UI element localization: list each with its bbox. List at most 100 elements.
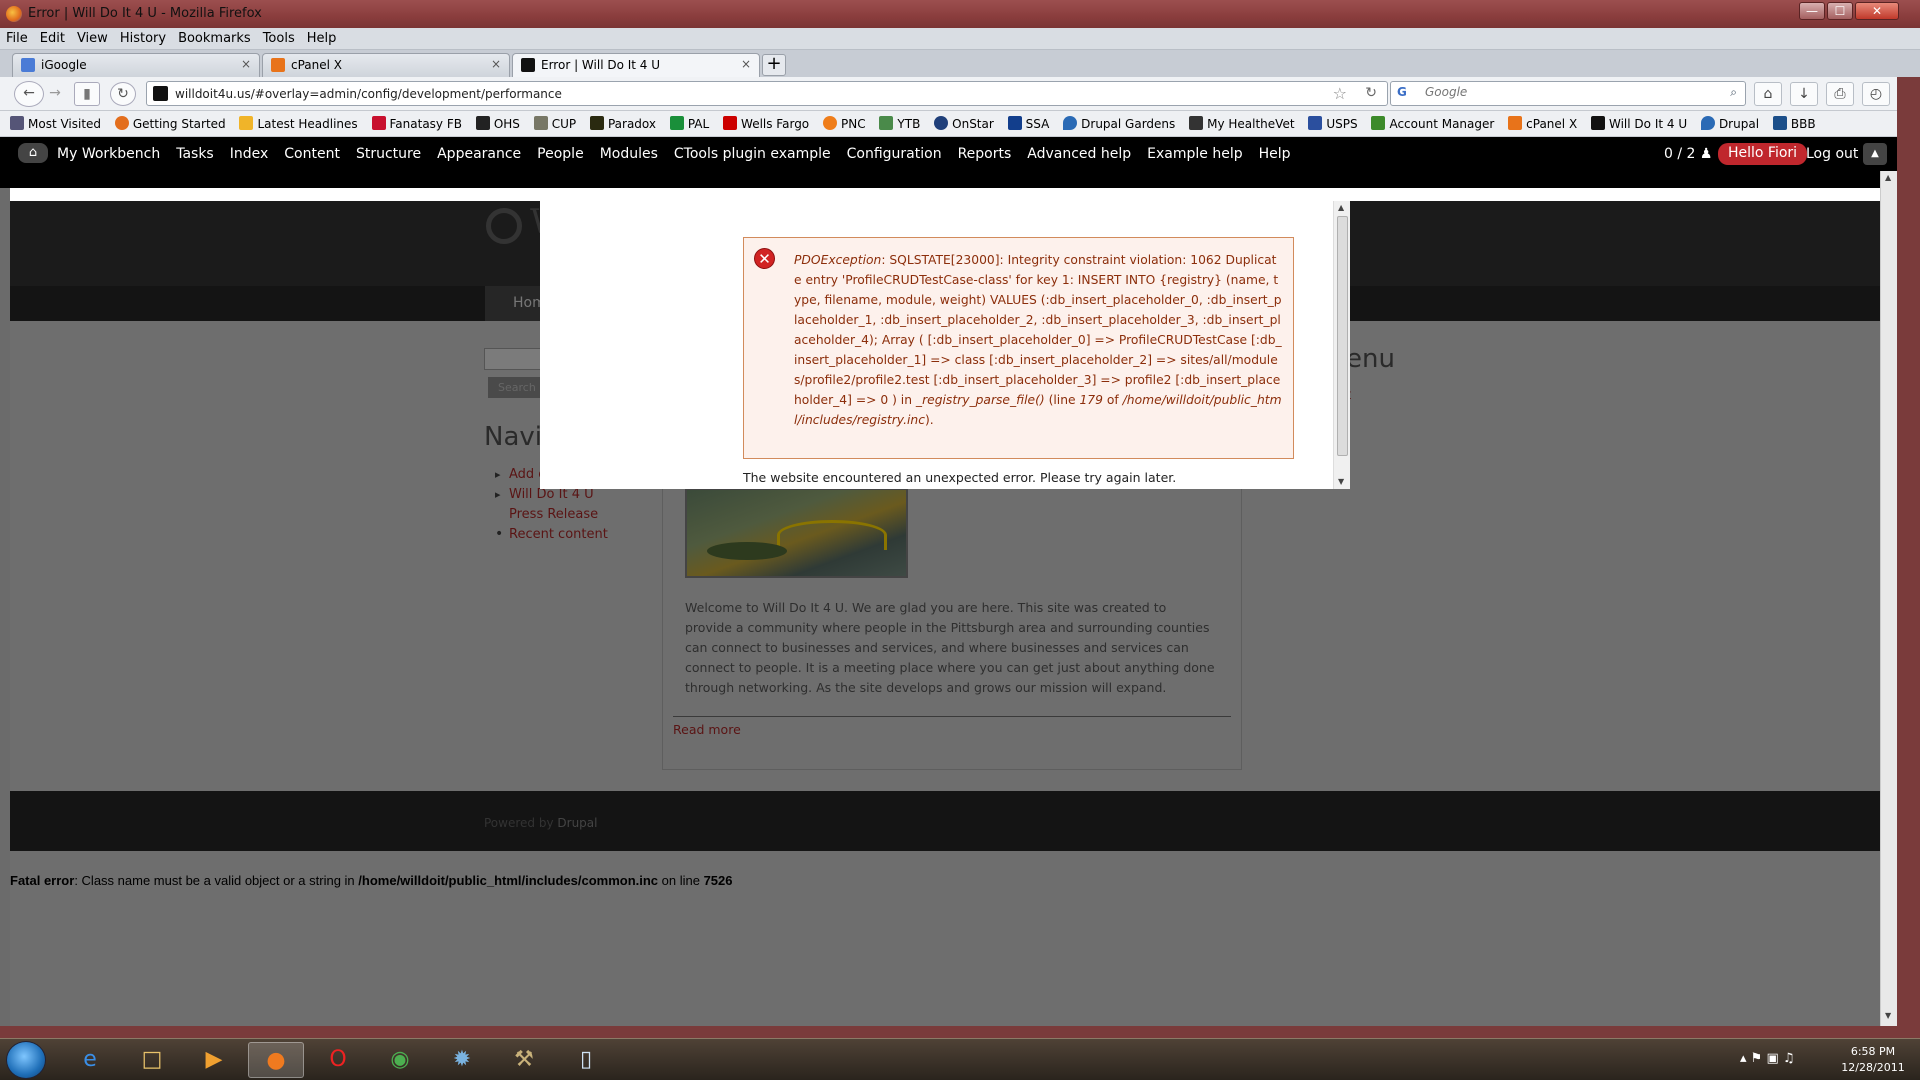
bookmark-pal[interactable]: PAL: [669, 116, 709, 131]
menu-my-workbench[interactable]: My Workbench: [57, 146, 160, 162]
chrome-icon[interactable]: ◉: [372, 1042, 428, 1078]
notes-icon[interactable]: ▯: [558, 1042, 614, 1078]
media-player-icon[interactable]: ▶: [186, 1042, 242, 1078]
site-identity-icon[interactable]: [153, 86, 168, 101]
menu-history[interactable]: History: [114, 28, 172, 49]
search-bar[interactable]: G ⌕: [1390, 81, 1746, 106]
bookmark-wells-fargo[interactable]: Wells Fargo: [723, 116, 809, 131]
menu-people[interactable]: People: [537, 146, 584, 162]
scroll-thumb[interactable]: [1337, 216, 1348, 456]
home-icon[interactable]: ⌂: [1754, 82, 1782, 106]
menu-tools[interactable]: Tools: [257, 28, 301, 49]
bookmark-onstar[interactable]: OnStar: [934, 116, 994, 131]
overlay-scrollbar[interactable]: ▲ ▼: [1333, 201, 1350, 489]
menu-help[interactable]: Help: [1259, 146, 1291, 162]
menu-file[interactable]: File: [0, 28, 34, 49]
close-tab-icon[interactable]: ×: [741, 57, 751, 71]
menu-reports[interactable]: Reports: [958, 146, 1012, 162]
menu-bookmarks[interactable]: Bookmarks: [172, 28, 257, 49]
internet-explorer-icon[interactable]: e: [62, 1042, 118, 1078]
logout-link[interactable]: Log out: [1806, 146, 1858, 162]
bookmark-most-visited[interactable]: Most Visited: [10, 116, 101, 131]
tab-error-will-do-it[interactable]: Error | Will Do It 4 U ×: [512, 53, 760, 77]
back-button[interactable]: ←: [14, 81, 44, 107]
tab-igoogle[interactable]: iGoogle ×: [12, 53, 260, 77]
users-online-counter[interactable]: 0 / 2 ♟: [1664, 146, 1712, 162]
menu-example-help[interactable]: Example help: [1147, 146, 1242, 162]
menu-index[interactable]: Index: [230, 146, 269, 162]
nav-press-release[interactable]: Will Do It 4 U Press Release: [495, 485, 615, 525]
collapse-toolbar-icon[interactable]: ▲: [1863, 143, 1887, 165]
menu-modules[interactable]: Modules: [600, 146, 658, 162]
system-tray-icons[interactable]: ▴ ⚑ ▣ ♫: [1740, 1051, 1795, 1066]
print-icon[interactable]: ⎙: [1826, 82, 1854, 106]
menu-appearance[interactable]: Appearance: [437, 146, 521, 162]
hello-user-button[interactable]: Hello Fiori: [1718, 143, 1808, 165]
history-icon[interactable]: ◴: [1862, 82, 1890, 106]
reload-icon[interactable]: ↻: [1365, 85, 1377, 101]
bookmark-my-healthevet[interactable]: My HealtheVet: [1189, 116, 1295, 131]
bars-icon[interactable]: ▮: [74, 82, 100, 106]
bookmark-pnc[interactable]: PNC: [822, 116, 866, 131]
close-window-button[interactable]: ✕: [1855, 2, 1899, 20]
bookmark-account-manager[interactable]: Account Manager: [1371, 116, 1494, 131]
address-bar[interactable]: ☆ ↻: [146, 81, 1388, 106]
menu-help[interactable]: Help: [301, 28, 343, 49]
new-tab-button[interactable]: +: [762, 54, 786, 76]
bookmark-cup[interactable]: CUP: [533, 116, 576, 131]
read-more-link[interactable]: Read more: [673, 722, 741, 737]
tab-cpanel[interactable]: cPanel X ×: [262, 53, 510, 77]
maximize-button[interactable]: ☐: [1827, 2, 1853, 20]
bookmark-bbb[interactable]: BBB: [1772, 116, 1816, 131]
bookmark-drupal[interactable]: Drupal: [1700, 116, 1759, 131]
bookmark-ssa[interactable]: SSA: [1007, 116, 1049, 131]
bookmark-will-do-it[interactable]: Will Do It 4 U: [1591, 116, 1687, 131]
url-input[interactable]: [175, 84, 1335, 103]
bookmark-cpanel[interactable]: cPanel X: [1508, 116, 1577, 131]
page-scrollbar[interactable]: ▲ ▼: [1880, 171, 1897, 1026]
scroll-down-arrow-icon[interactable]: ▼: [1338, 477, 1344, 486]
safari-icon[interactable]: ✹: [434, 1042, 490, 1078]
home-icon[interactable]: ⌂: [18, 143, 48, 163]
bookmark-paradox[interactable]: Paradox: [589, 116, 656, 131]
app-icon[interactable]: ⚒: [496, 1042, 552, 1078]
menu-ctools-plugin-example[interactable]: CTools plugin example: [674, 146, 831, 162]
menu-configuration[interactable]: Configuration: [847, 146, 942, 162]
opera-icon[interactable]: O: [310, 1042, 366, 1078]
drupal-link[interactable]: Drupal: [557, 816, 597, 830]
sync-icon[interactable]: ↻: [110, 82, 136, 106]
downloads-icon[interactable]: ↓: [1790, 82, 1818, 106]
scroll-up-arrow-icon[interactable]: ▲: [1885, 173, 1891, 182]
menu-edit[interactable]: Edit: [34, 28, 71, 49]
search-input[interactable]: [1425, 85, 1705, 99]
bookmark-drupal-gardens[interactable]: Drupal Gardens: [1063, 116, 1175, 131]
bookmark-latest-headlines[interactable]: Latest Headlines: [239, 116, 358, 131]
scroll-up-arrow-icon[interactable]: ▲: [1338, 203, 1344, 212]
bookmark-getting-started[interactable]: Getting Started: [114, 116, 226, 131]
bookmark-star-icon[interactable]: ☆: [1333, 84, 1347, 103]
forward-button[interactable]: →: [42, 82, 68, 106]
menu-view[interactable]: View: [71, 28, 114, 49]
menu-structure[interactable]: Structure: [356, 146, 421, 162]
google-icon[interactable]: G: [1397, 85, 1407, 99]
bookmark-fanatasy-fb[interactable]: Fanatasy FB: [371, 116, 462, 131]
onstar-icon: [934, 116, 949, 130]
menu-advanced-help[interactable]: Advanced help: [1027, 146, 1131, 162]
search-icon[interactable]: ⌕: [1730, 85, 1737, 100]
folder-icon[interactable]: □: [124, 1042, 180, 1078]
menu-tasks[interactable]: Tasks: [176, 146, 214, 162]
minimize-button[interactable]: —: [1799, 2, 1825, 20]
menu-content[interactable]: Content: [284, 146, 340, 162]
site-logo-icon[interactable]: [486, 208, 522, 244]
site-search-button[interactable]: Search: [488, 377, 542, 398]
close-tab-icon[interactable]: ×: [491, 57, 501, 71]
firefox-taskbar-icon[interactable]: ●: [248, 1042, 304, 1078]
bookmark-ohs[interactable]: OHS: [475, 116, 520, 131]
system-clock[interactable]: 6:58 PM 12/28/2011: [1838, 1044, 1908, 1076]
scroll-down-arrow-icon[interactable]: ▼: [1885, 1011, 1891, 1020]
close-tab-icon[interactable]: ×: [241, 57, 251, 71]
bookmark-ytb[interactable]: YTB: [879, 116, 920, 131]
start-button[interactable]: [6, 1041, 46, 1079]
bookmark-usps[interactable]: USPS: [1308, 116, 1358, 131]
nav-recent-content[interactable]: Recent content: [495, 524, 615, 545]
